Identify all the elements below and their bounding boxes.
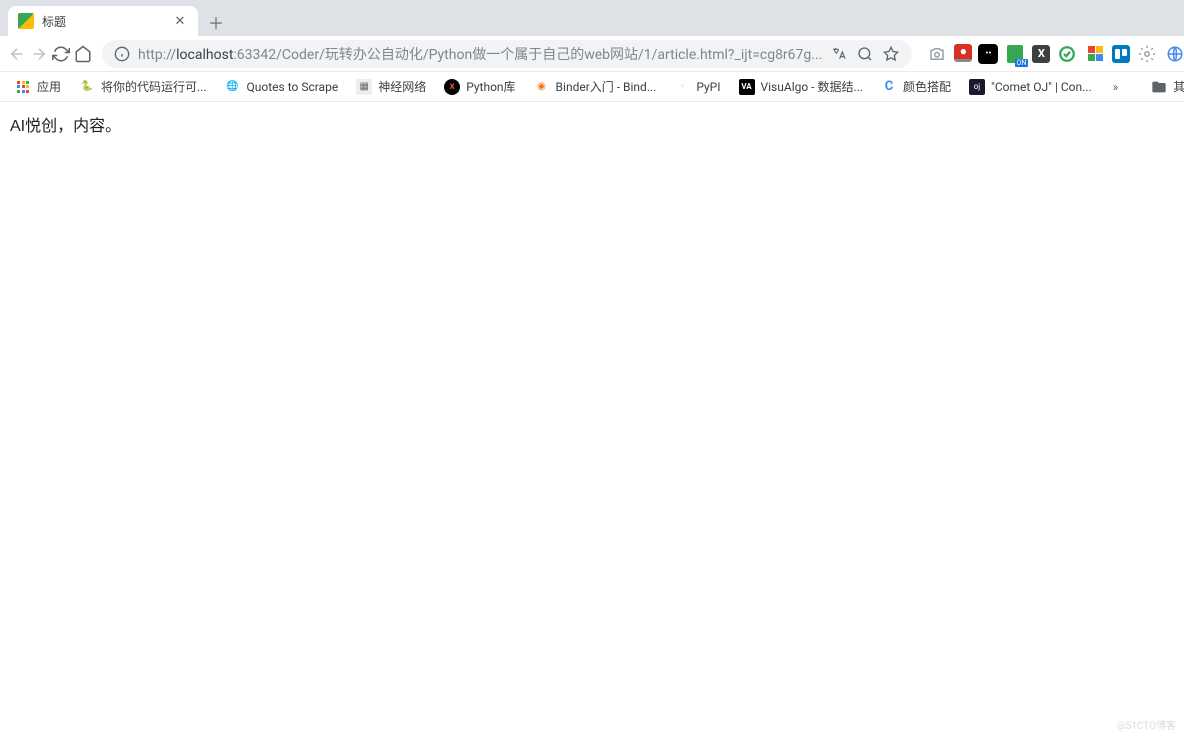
bookmark-item-6[interactable]: VA VisuAlgo - 数据结... xyxy=(732,75,870,98)
browser-tab[interactable]: 标题 ✕ xyxy=(8,6,198,36)
reload-button[interactable] xyxy=(52,40,70,68)
bookmark-label: PyPI xyxy=(696,80,720,94)
extension-record-icon[interactable]: ● xyxy=(954,44,972,62)
page-body: AI悦创，内容。 xyxy=(0,102,1184,146)
bookmark-favicon-icon: ▫ xyxy=(674,79,690,95)
home-button[interactable] xyxy=(74,40,92,68)
page-text: AI悦创，内容。 xyxy=(10,118,121,135)
extensions-area: ● •• ON X xyxy=(922,40,1184,68)
bookmark-item-7[interactable]: C 颜色搭配 xyxy=(874,75,958,98)
bookmark-label: Binder入门 - Bind... xyxy=(556,78,657,95)
bookmark-favicon-icon: VA xyxy=(739,79,755,95)
bookmark-label: 将你的代码运行可... xyxy=(101,78,207,95)
extension-gear-icon[interactable] xyxy=(1136,43,1158,65)
toolbar: http://localhost:63342/Coder/玩转办公自动化/Pyt… xyxy=(0,36,1184,72)
bookmark-item-5[interactable]: ▫ PyPI xyxy=(667,76,727,98)
bookmark-label: Quotes to Scrape xyxy=(247,80,339,94)
bookmarks-overflow-button[interactable]: » xyxy=(1107,80,1125,94)
tab-title: 标题 xyxy=(42,13,164,30)
bookmark-favicon-icon: ▦ xyxy=(356,79,372,95)
bookmark-item-8[interactable]: oj "Comet OJ" | Con... xyxy=(962,76,1099,98)
bookmark-favicon-icon: 🐍 xyxy=(79,79,95,95)
url-text: http://localhost:63342/Coder/玩转办公自动化/Pyt… xyxy=(138,44,822,64)
other-bookmarks-label: 其他书签 xyxy=(1173,78,1184,95)
back-button[interactable] xyxy=(8,40,26,68)
bookmark-favicon-icon: oj xyxy=(969,79,985,95)
extension-flickr-icon[interactable]: •• xyxy=(978,44,998,64)
tab-favicon-icon xyxy=(18,13,34,29)
folder-icon xyxy=(1151,79,1167,95)
watermark: @51CTO博客 xyxy=(1117,717,1176,732)
extension-check-icon[interactable] xyxy=(1056,43,1078,65)
bookmark-favicon-icon: ◉ xyxy=(534,79,550,95)
bookmark-label: VisuAlgo - 数据结... xyxy=(761,78,863,95)
bookmark-item-0[interactable]: 🐍 将你的代码运行可... xyxy=(72,75,214,98)
apps-bookmark[interactable]: 应用 xyxy=(8,75,68,98)
bookmark-label: "Comet OJ" | Con... xyxy=(991,80,1092,94)
bookmark-item-4[interactable]: ◉ Binder入门 - Bind... xyxy=(527,75,664,98)
bookmark-label: 神经网络 xyxy=(378,78,426,95)
new-tab-button[interactable]: ＋ xyxy=(202,8,230,36)
other-bookmarks-button[interactable]: 其他书签 xyxy=(1144,75,1184,98)
extension-globe-icon[interactable] xyxy=(1164,43,1184,65)
extension-x-icon[interactable]: X xyxy=(1032,45,1050,63)
address-bar[interactable]: http://localhost:63342/Coder/玩转办公自动化/Pyt… xyxy=(102,40,912,68)
bookmark-item-2[interactable]: ▦ 神经网络 xyxy=(349,75,433,98)
bookmark-item-3[interactable]: x Python库 xyxy=(437,75,522,98)
bookmark-label: 颜色搭配 xyxy=(903,78,951,95)
close-icon[interactable]: ✕ xyxy=(172,13,188,29)
bookmark-favicon-icon: x xyxy=(444,79,460,95)
extension-camera-icon[interactable] xyxy=(926,43,948,65)
site-info-icon[interactable] xyxy=(114,46,130,62)
bookmarks-bar: 应用 🐍将你的代码运行可... 🌐Quotes to Scrape ▦神经网络 … xyxy=(0,72,1184,102)
bookmark-star-icon[interactable] xyxy=(882,45,900,63)
extension-grid-icon[interactable] xyxy=(1084,43,1106,65)
forward-button[interactable] xyxy=(30,40,48,68)
extension-sheets-icon[interactable]: ON xyxy=(1004,43,1026,65)
bookmark-favicon-icon: C xyxy=(881,79,897,95)
bookmark-label: Python库 xyxy=(466,78,515,95)
translate-icon[interactable] xyxy=(830,45,848,63)
tab-strip: 标题 ✕ ＋ xyxy=(0,0,1184,36)
zoom-icon[interactable] xyxy=(856,45,874,63)
bookmark-item-1[interactable]: 🌐 Quotes to Scrape xyxy=(218,76,346,98)
bookmark-favicon-icon: 🌐 xyxy=(225,79,241,95)
apps-label: 应用 xyxy=(37,78,61,95)
extension-trello-icon[interactable] xyxy=(1112,45,1130,63)
